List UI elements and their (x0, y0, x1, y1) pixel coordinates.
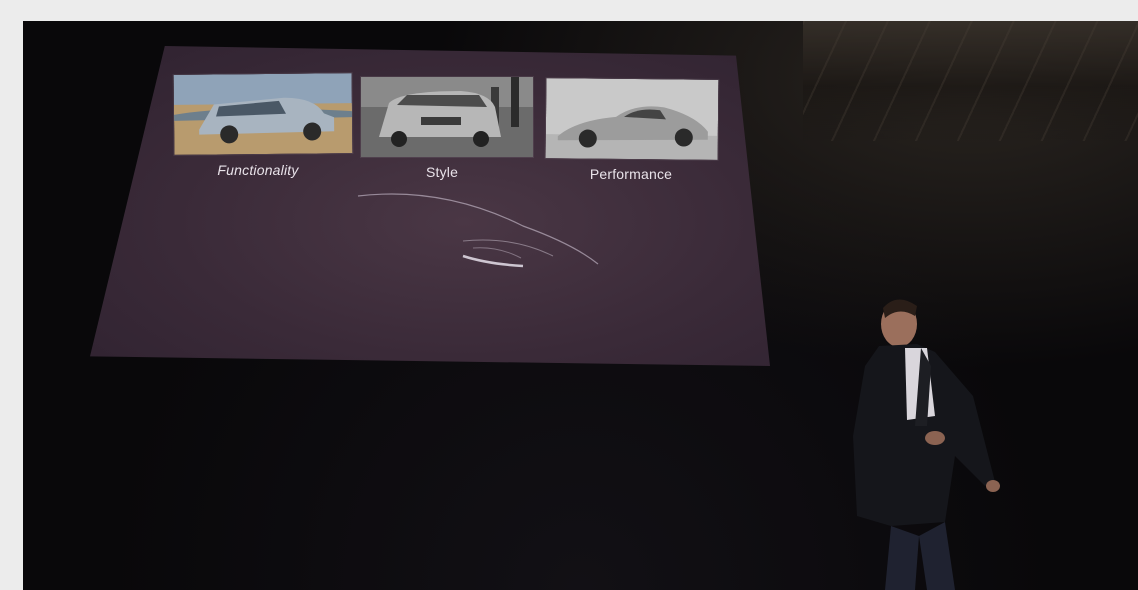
video-frame: Functionality Style Performance (23, 21, 1138, 590)
sports-car-photo-icon (544, 77, 720, 161)
caption-functionality: Functionality (217, 162, 299, 178)
car-silhouette-icon (357, 193, 599, 268)
caption-style: Style (425, 164, 459, 180)
ceiling-truss (803, 21, 1138, 141)
suv-photo-icon (360, 76, 534, 158)
presenter-figure-icon (853, 299, 1000, 590)
caption-performance: Performance (589, 166, 673, 182)
minivan-photo-icon (172, 72, 354, 156)
